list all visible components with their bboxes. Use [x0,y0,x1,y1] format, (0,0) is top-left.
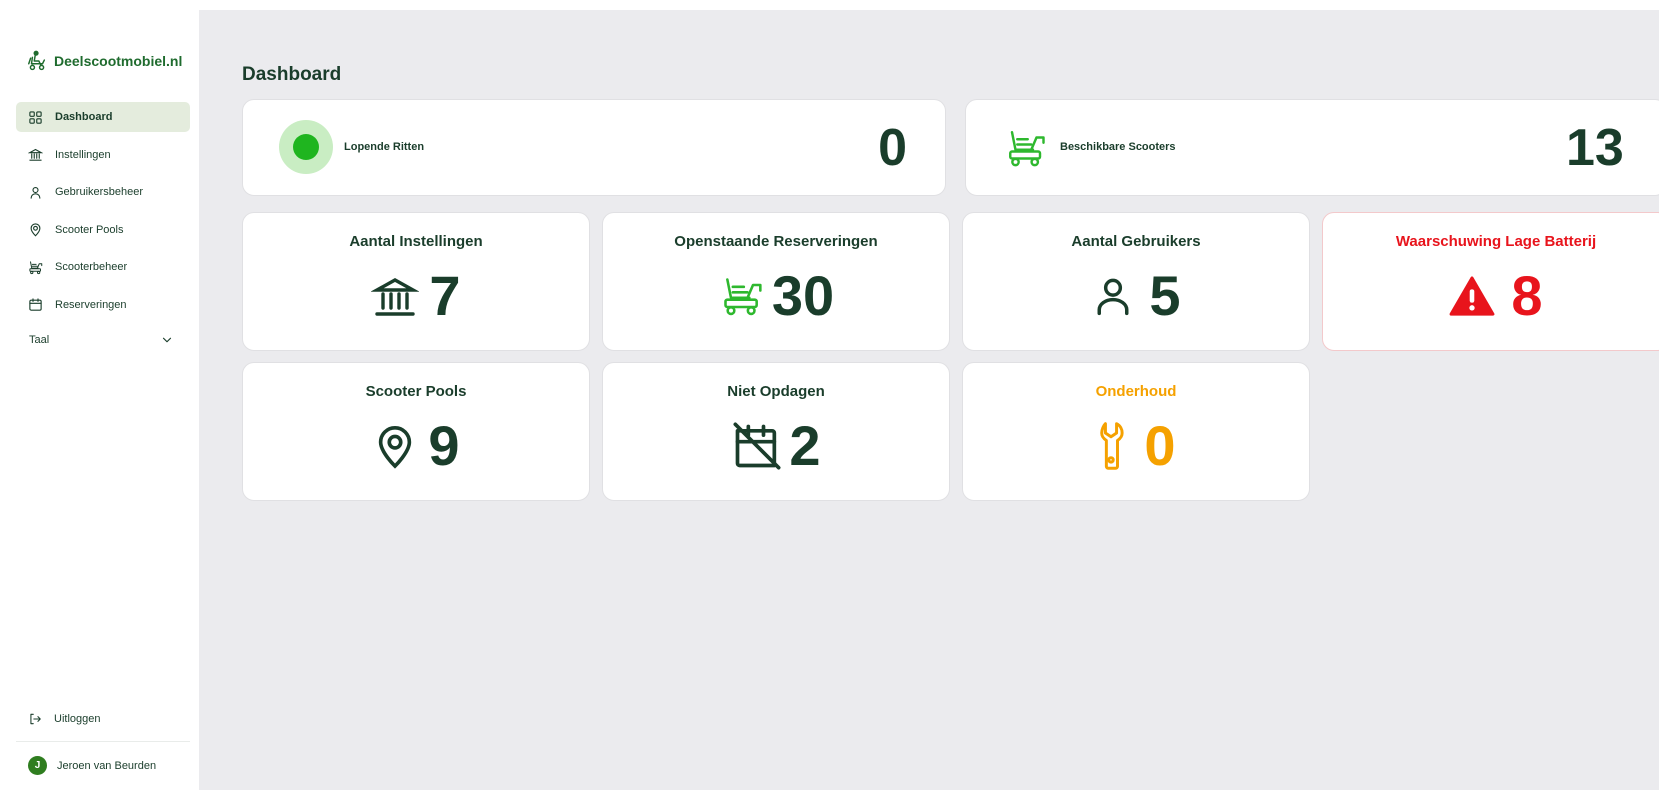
user-icon [1097,278,1129,316]
wrench-icon [1100,422,1125,470]
tile-title: Niet Opdagen [727,383,825,400]
tile-aantal-gebruikers[interactable]: Aantal Gebruikers 5 [962,212,1310,351]
summary-label: Beschikbare Scooters [1060,141,1176,153]
status-dot-icon [279,120,333,174]
language-select[interactable]: Taal [29,333,174,347]
tile-openstaande-reserveringen[interactable]: Openstaande Reserveringen 30 [602,212,950,351]
tile-value: 30 [771,264,835,327]
sidebar-nav: Dashboard Instellingen Gebruikersbeheer … [16,102,190,327]
page-title: Dashboard [242,64,342,85]
sidebar-item-scooterbeheer[interactable]: Scooterbeheer [16,252,190,282]
scooter-icon [29,260,43,274]
tile-scooter-pools[interactable]: Scooter Pools 9 [242,362,590,501]
sidebar-item-scooter-pools[interactable]: Scooter Pools [16,215,190,245]
summary-value: 0 [878,119,907,177]
brand-name: Deelscootmobiel.nl [54,53,183,69]
language-label: Taal [29,334,50,346]
summary-label: Lopende Ritten [344,141,425,153]
summary-card-beschikbare-scooters[interactable]: Beschikbare Scooters 13 [965,99,1659,196]
sidebar-divider [16,741,190,742]
institution-icon [28,148,43,161]
tile-title: Aantal Instellingen [349,233,483,250]
tile-title: Onderhoud [1095,383,1177,400]
summary-value: 13 [1566,119,1624,177]
tile-title: Scooter Pools [365,383,467,400]
calendar-off-icon [733,422,781,470]
tile-title: Openstaande Reserveringen [674,233,878,250]
scooter-icon [724,278,762,316]
chevron-down-icon [162,337,172,343]
logout-label: Uitloggen [54,713,101,725]
tile-niet-opdagen[interactable]: Niet Opdagen 2 [602,362,950,501]
logout-button[interactable]: Uitloggen [28,712,100,726]
warning-icon [1449,276,1495,316]
tile-value: 2 [789,414,821,477]
scooter-icon [1009,131,1045,167]
sidebar-item-label: Instellingen [55,148,111,161]
sidebar-item-label: Dashboard [55,111,113,123]
tile-onderhoud[interactable]: Onderhoud 0 [962,362,1310,501]
tile-title: Aantal Gebruikers [1071,233,1201,250]
avatar: J [28,756,47,775]
tile-aantal-instellingen[interactable]: Aantal Instellingen 7 [242,212,590,351]
sidebar-item-dashboard[interactable]: Dashboard [16,102,190,132]
location-pin-icon [379,426,412,469]
brand-logo[interactable]: Deelscootmobiel.nl [26,50,182,72]
sidebar-item-gebruikersbeheer[interactable]: Gebruikersbeheer [16,177,190,207]
sidebar-item-label: Scooterbeheer [55,261,128,273]
sidebar-item-label: Scooter Pools [55,223,124,236]
sidebar-item-label: Gebruikersbeheer [55,186,144,198]
tile-value: 9 [428,414,460,477]
tile-value: 0 [1144,414,1176,477]
logout-icon [30,713,41,725]
institution-icon [371,278,420,316]
dashboard-icon [29,110,42,124]
tile-waarschuwing-lage-batterij[interactable]: Waarschuwing Lage Batterij 8 [1322,212,1659,351]
tile-value: 7 [429,264,461,327]
sidebar-item-reserveringen[interactable]: Reserveringen [16,290,190,320]
user-profile[interactable]: J Jeroen van Beurden [28,756,156,775]
user-icon [30,186,41,199]
sidebar-item-label: Reserveringen [55,298,127,311]
user-name: Jeroen van Beurden [57,759,157,772]
tile-value: 5 [1149,264,1181,327]
main-content: Dashboard Lopende Ritten 0 Beschikbare S… [199,10,1659,790]
tile-title: Waarschuwing Lage Batterij [1395,233,1597,250]
scooter-logo-icon [28,50,46,71]
calendar-icon [29,298,42,311]
sidebar: Deelscootmobiel.nl Dashboard Instellinge… [0,10,199,790]
tile-value: 8 [1511,264,1543,327]
sidebar-item-instellingen[interactable]: Instellingen [16,140,190,170]
summary-card-lopende-ritten[interactable]: Lopende Ritten 0 [242,99,946,196]
location-pin-icon [30,223,41,237]
